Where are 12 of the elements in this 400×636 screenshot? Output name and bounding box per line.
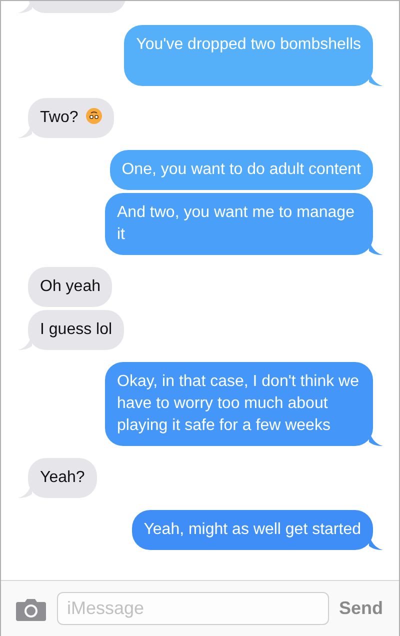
message-text: Yeah? [40,469,85,486]
message-text: Yeah, might as well get started [144,521,361,538]
message-text: I guess lol [40,321,112,338]
message-text: Two? [40,109,78,126]
message-text: Okay, in that case, I don't think we have to worry too much about playing it safe for a few weeks [117,373,359,434]
message-field[interactable]: iMessage [57,592,329,625]
camera-icon[interactable] [15,596,47,620]
message-text: You've dropped two bombshells [136,36,361,53]
send-button[interactable]: Send [338,595,385,622]
message-text: One, you want to do adult content [122,161,361,178]
message-text: Oh yeah [40,278,100,295]
message-text: And two, you want me to manage it [117,204,354,243]
